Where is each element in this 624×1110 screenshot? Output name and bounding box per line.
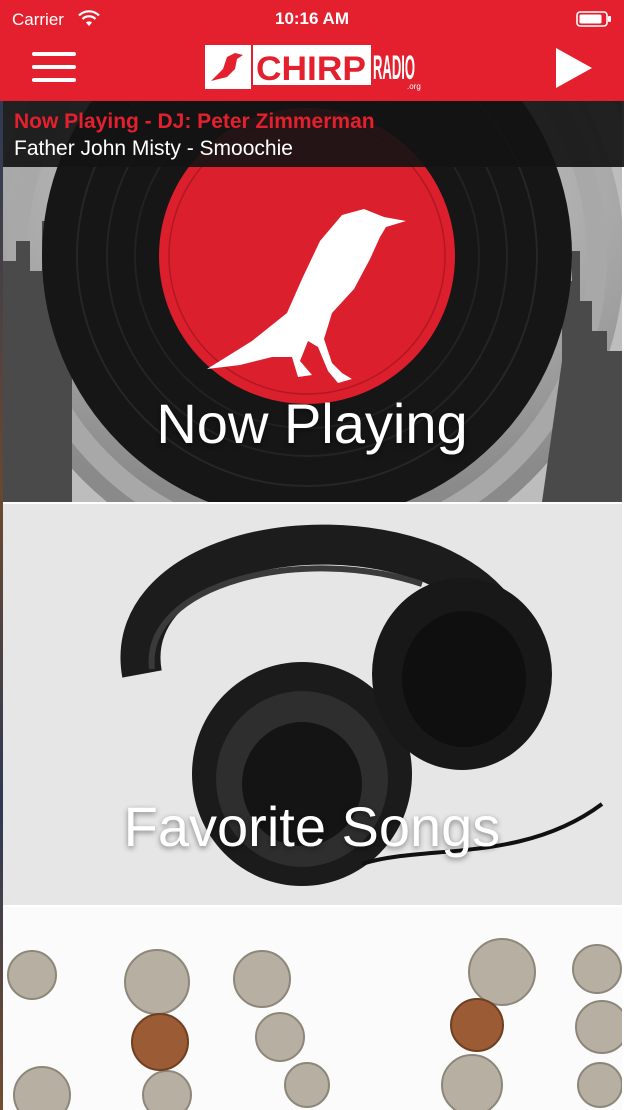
now-playing-label: Now Playing <box>156 392 468 455</box>
status-bar: Carrier 10:16 AM <box>0 0 624 40</box>
play-button[interactable] <box>548 44 596 92</box>
hamburger-icon <box>32 52 76 56</box>
logo-text-chirp: CHIRP <box>256 50 366 88</box>
hamburger-icon <box>32 78 76 82</box>
play-icon <box>556 48 592 88</box>
third-panel[interactable] <box>2 907 622 1110</box>
hamburger-icon <box>32 65 76 69</box>
now-playing-strip[interactable]: Now Playing - DJ: Peter Zimmerman Father… <box>0 101 624 167</box>
header-bar: Carrier 10:16 AM CHIRP RADIO .org <box>0 0 624 101</box>
left-edge-strip <box>0 101 3 1110</box>
logo-suffix: .org <box>407 82 421 91</box>
favorite-songs-label: Favorite Songs <box>123 795 501 858</box>
coins-image <box>2 907 622 1110</box>
battery-icon <box>576 11 611 27</box>
now-playing-dj: Now Playing - DJ: Peter Zimmerman <box>14 110 375 133</box>
favorite-songs-panel[interactable]: Favorite Songs <box>2 504 622 905</box>
now-playing-track: Father John Misty - Smoochie <box>14 137 293 160</box>
menu-button[interactable] <box>28 44 82 90</box>
status-time: 10:16 AM <box>274 9 349 28</box>
chirp-radio-logo: CHIRP RADIO .org <box>205 45 421 91</box>
app-screen: Carrier 10:16 AM CHIRP RADIO .org Now Pl… <box>0 0 624 1110</box>
